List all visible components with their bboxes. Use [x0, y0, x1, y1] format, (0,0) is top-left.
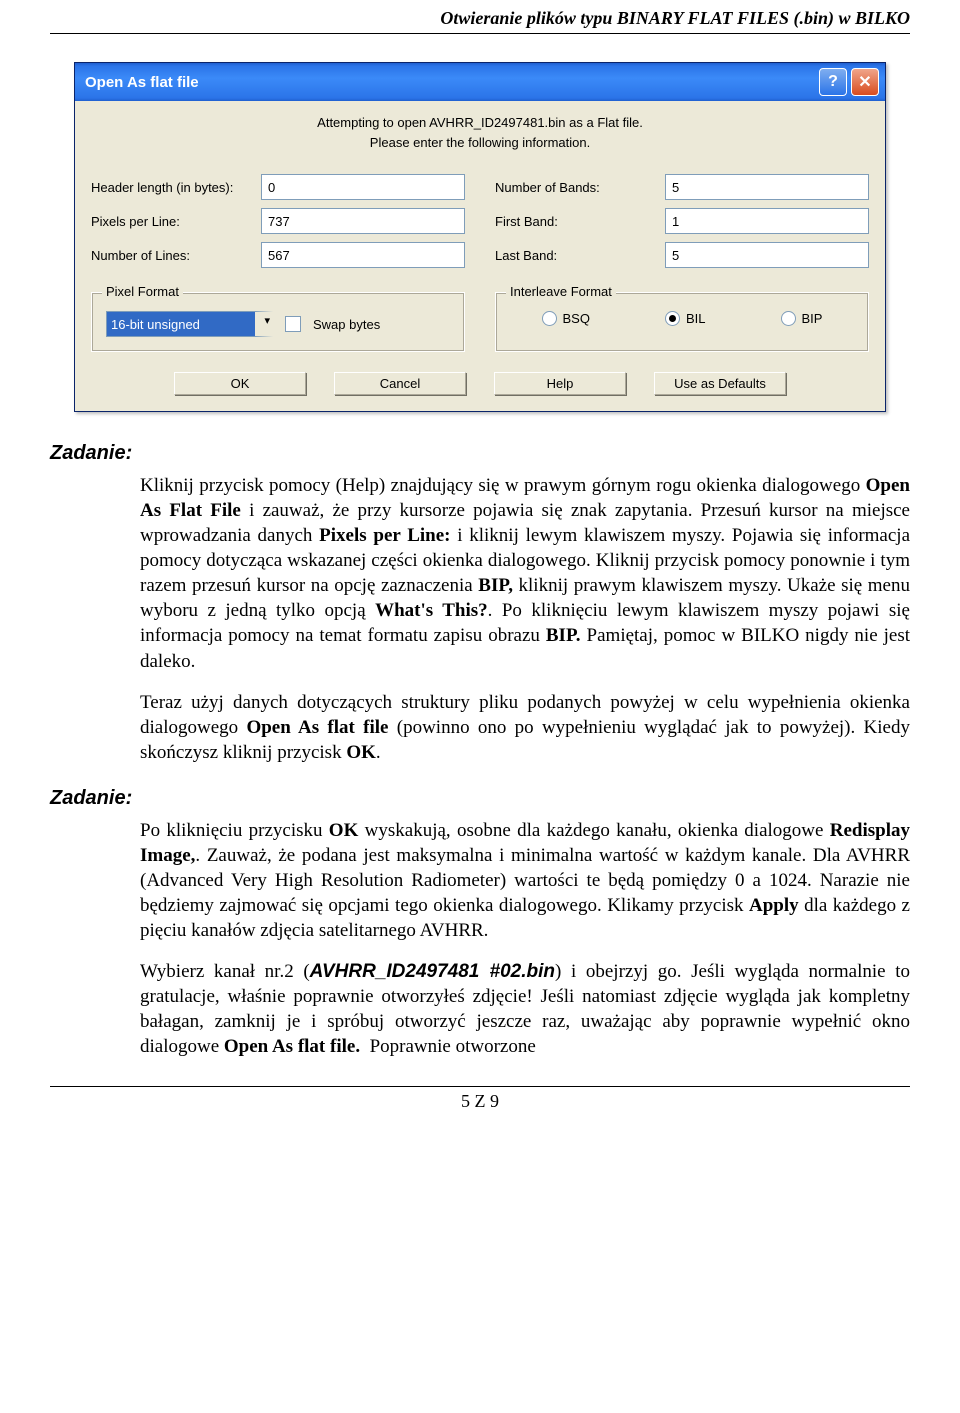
dialog-title: Open As flat file: [85, 74, 199, 91]
number-of-lines-label: Number of Lines:: [91, 248, 261, 263]
use-as-defaults-button[interactable]: Use as Defaults: [654, 372, 786, 395]
pixels-per-line-input[interactable]: [261, 208, 465, 234]
header-length-input[interactable]: [261, 174, 465, 200]
paragraph-1: Kliknij przycisk pomocy (Help) znajdując…: [140, 473, 910, 674]
first-band-input[interactable]: [665, 208, 869, 234]
cancel-button[interactable]: Cancel: [334, 372, 466, 395]
page-header: Otwieranie plików typu BINARY FLAT FILES…: [50, 0, 910, 34]
ok-button[interactable]: OK: [174, 372, 306, 395]
zadanie-label-1: Zadanie:: [50, 442, 910, 465]
pixel-format-legend: Pixel Format: [102, 284, 183, 299]
number-of-bands-label: Number of Bands:: [495, 180, 665, 195]
paragraph-4a: Wybierz kanał nr.2 (: [140, 961, 310, 982]
dialog-intro: Attempting to open AVHRR_ID2497481.bin a…: [91, 113, 869, 152]
bip-radio[interactable]: [781, 311, 796, 326]
bsq-radio[interactable]: [542, 311, 557, 326]
dialog-titlebar: Open As flat file ? ✕: [75, 63, 885, 101]
bil-radio[interactable]: [665, 311, 680, 326]
intro-line-2: Please enter the following information.: [91, 133, 869, 153]
interleave-format-group: Interleave Format BSQ BIL: [495, 292, 869, 352]
paragraph-2: Teraz użyj danych dotyczących struktury …: [140, 690, 910, 765]
swap-bytes-label: Swap bytes: [313, 317, 380, 332]
last-band-input[interactable]: [665, 242, 869, 268]
bil-label: BIL: [686, 311, 706, 326]
zadanie-label-2: Zadanie:: [50, 787, 910, 810]
intro-line-1: Attempting to open AVHRR_ID2497481.bin a…: [91, 113, 869, 133]
filename-ref: AVHRR_ID2497481 #02.bin: [310, 961, 555, 982]
bsq-label: BSQ: [563, 311, 590, 326]
number-of-bands-input[interactable]: [665, 174, 869, 200]
help-button[interactable]: Help: [494, 372, 626, 395]
open-as-flat-file-dialog: Open As flat file ? ✕ Attempting to open…: [74, 62, 886, 412]
titlebar-close-button[interactable]: ✕: [851, 68, 879, 96]
paragraph-4: Wybierz kanał nr.2 (AVHRR_ID2497481 #02.…: [140, 959, 910, 1059]
bip-label: BIP: [802, 311, 823, 326]
header-length-label: Header length (in bytes):: [91, 180, 261, 195]
pixel-format-group: Pixel Format 16-bit unsigned Swap bytes: [91, 292, 465, 352]
interleave-format-legend: Interleave Format: [506, 284, 616, 299]
first-band-label: First Band:: [495, 214, 665, 229]
swap-bytes-checkbox[interactable]: [285, 316, 301, 332]
pixel-format-value: 16-bit unsigned: [111, 317, 200, 332]
last-band-label: Last Band:: [495, 248, 665, 263]
pixels-per-line-label: Pixels per Line:: [91, 214, 261, 229]
titlebar-help-button[interactable]: ?: [819, 68, 847, 96]
page-footer: 5 Z 9: [50, 1086, 910, 1112]
pixel-format-select[interactable]: 16-bit unsigned: [106, 311, 273, 337]
number-of-lines-input[interactable]: [261, 242, 465, 268]
paragraph-3: Po kliknięciu przycisku OK wyskakują, os…: [140, 818, 910, 943]
